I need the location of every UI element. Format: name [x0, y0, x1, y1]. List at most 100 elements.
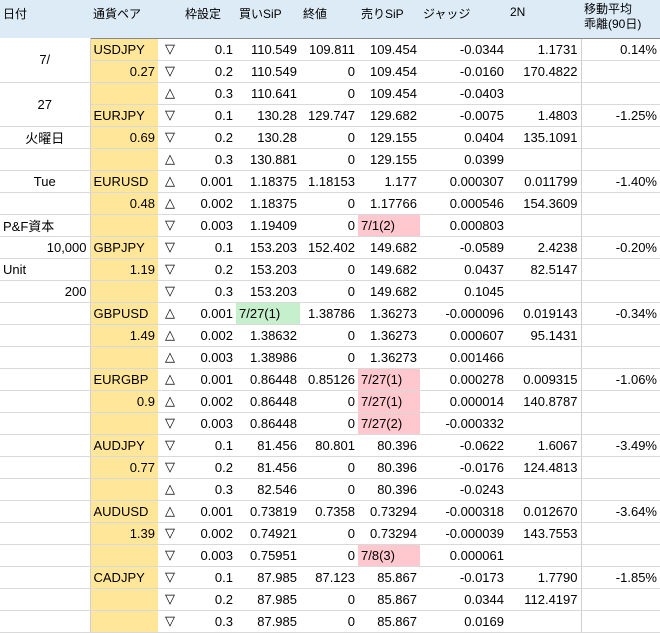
header-sell-sip[interactable]: 売りSiP	[358, 0, 420, 38]
two-n-cell[interactable]: 0.019143	[507, 301, 581, 325]
buy-sip-cell[interactable]: 110.641	[236, 82, 300, 105]
header-frame[interactable]: 枠設定	[182, 0, 236, 38]
judge-cell[interactable]: -0.0403	[420, 82, 507, 105]
trend-symbol[interactable]: △	[158, 390, 182, 413]
ma-deviation-cell[interactable]: 0.14%	[580, 37, 660, 61]
judge-cell[interactable]: 0.001466	[420, 346, 507, 369]
sell-sip-cell[interactable]: 109.454	[358, 82, 420, 105]
trend-symbol[interactable]: ▽	[158, 60, 182, 83]
buy-sip-cell[interactable]: 82.546	[236, 478, 300, 501]
close-cell[interactable]: 0	[300, 522, 358, 545]
header-2n[interactable]: 2N	[507, 0, 581, 38]
blank-cell[interactable]	[580, 280, 660, 303]
buy-sip-cell[interactable]: 0.86448	[236, 390, 300, 413]
close-cell[interactable]: 0.7358	[300, 499, 358, 523]
buy-sip-cell[interactable]: 130.881	[236, 148, 300, 171]
two-n-cell[interactable]: 0.011799	[507, 169, 581, 193]
sell-sip-cell[interactable]: 7/27(2)	[358, 412, 420, 435]
buy-sip-cell[interactable]: 0.73819	[236, 499, 300, 523]
sell-sip-cell[interactable]: 1.36273	[358, 301, 420, 325]
pair-value[interactable]: 1.49	[90, 324, 158, 347]
blank-cell[interactable]	[0, 500, 91, 523]
two-n-cell[interactable]: 154.3609	[507, 192, 581, 215]
trend-symbol[interactable]: △	[158, 192, 182, 215]
frame-setting-cell[interactable]: 0.2	[182, 588, 236, 611]
ma-deviation-cell[interactable]: -1.40%	[580, 169, 660, 193]
blank-cell[interactable]	[580, 346, 660, 369]
two-n-cell[interactable]	[507, 346, 581, 369]
buy-sip-cell[interactable]: 0.86448	[236, 412, 300, 435]
buy-sip-cell[interactable]: 0.86448	[236, 367, 300, 391]
trend-symbol[interactable]: ▽	[158, 433, 182, 457]
judge-cell[interactable]: -0.0075	[420, 103, 507, 127]
pair-value[interactable]: 0.77	[90, 456, 158, 479]
blank-cell[interactable]	[0, 192, 91, 215]
buy-sip-cell[interactable]: 130.28	[236, 126, 300, 149]
two-n-cell[interactable]: 1.7790	[507, 565, 581, 589]
frame-setting-cell[interactable]: 0.3	[182, 478, 236, 501]
blank-cell[interactable]	[580, 148, 660, 171]
pair-name[interactable]: EURJPY	[90, 103, 158, 127]
trend-symbol[interactable]: ▽	[158, 258, 182, 281]
frame-setting-cell[interactable]: 0.001	[182, 499, 236, 523]
blank-cell[interactable]	[0, 390, 91, 413]
sell-sip-cell[interactable]: 109.454	[358, 37, 420, 61]
frame-setting-cell[interactable]: 0.2	[182, 258, 236, 281]
close-cell[interactable]: 129.747	[300, 103, 358, 127]
buy-sip-cell[interactable]: 7/27(1)	[236, 301, 300, 325]
pair-value[interactable]	[90, 588, 158, 611]
header-symbol[interactable]	[158, 0, 182, 38]
pair-blank[interactable]	[90, 214, 158, 237]
buy-sip-cell[interactable]: 110.549	[236, 60, 300, 83]
pair-blank[interactable]	[90, 412, 158, 435]
blank-cell[interactable]	[580, 214, 660, 237]
trend-symbol[interactable]: ▽	[158, 412, 182, 435]
trend-symbol[interactable]: ▽	[158, 544, 182, 567]
close-cell[interactable]: 80.801	[300, 433, 358, 457]
ma-deviation-cell[interactable]: -1.85%	[580, 565, 660, 589]
buy-sip-cell[interactable]: 0.75951	[236, 544, 300, 567]
close-cell[interactable]: 0	[300, 258, 358, 281]
blank-cell[interactable]	[580, 412, 660, 435]
pf-capital-value[interactable]: 10,000	[0, 236, 91, 259]
pair-name[interactable]: EURUSD	[90, 169, 158, 193]
pair-blank[interactable]	[90, 280, 158, 303]
trend-symbol[interactable]: ▽	[158, 103, 182, 127]
trend-symbol[interactable]: △	[158, 478, 182, 501]
pair-name[interactable]: CADJPY	[90, 565, 158, 589]
close-cell[interactable]: 0	[300, 280, 358, 303]
two-n-cell[interactable]: 112.4197	[507, 588, 581, 611]
frame-setting-cell[interactable]: 0.3	[182, 280, 236, 303]
two-n-cell[interactable]	[507, 148, 581, 171]
judge-cell[interactable]: -0.0160	[420, 60, 507, 83]
frame-setting-cell[interactable]: 0.002	[182, 324, 236, 347]
buy-sip-cell[interactable]: 153.203	[236, 235, 300, 259]
blank-cell[interactable]	[0, 588, 91, 611]
two-n-cell[interactable]: 95.1431	[507, 324, 581, 347]
trend-symbol[interactable]: △	[158, 148, 182, 171]
two-n-cell[interactable]: 1.6067	[507, 433, 581, 457]
judge-cell[interactable]: 0.1045	[420, 280, 507, 303]
judge-cell[interactable]: 0.000061	[420, 544, 507, 567]
blank-cell[interactable]	[0, 478, 91, 501]
pair-value[interactable]: 1.19	[90, 258, 158, 281]
two-n-cell[interactable]: 1.4803	[507, 103, 581, 127]
close-cell[interactable]: 87.123	[300, 565, 358, 589]
two-n-cell[interactable]: 124.4813	[507, 456, 581, 479]
pair-value[interactable]: 0.9	[90, 390, 158, 413]
date-day[interactable]: 27	[0, 82, 91, 127]
date-month[interactable]: 7/	[0, 38, 91, 83]
two-n-cell[interactable]: 0.012670	[507, 499, 581, 523]
close-cell[interactable]: 0	[300, 60, 358, 83]
two-n-cell[interactable]: 135.1091	[507, 126, 581, 149]
blank-cell[interactable]	[0, 566, 91, 589]
trend-symbol[interactable]: ▽	[158, 214, 182, 237]
frame-setting-cell[interactable]: 0.002	[182, 192, 236, 215]
close-cell[interactable]: 1.18153	[300, 169, 358, 193]
pair-value[interactable]: 0.48	[90, 192, 158, 215]
buy-sip-cell[interactable]: 87.985	[236, 610, 300, 633]
trend-symbol[interactable]: △	[158, 324, 182, 347]
header-buy-sip[interactable]: 買いSiP	[236, 0, 300, 38]
judge-cell[interactable]: -0.000318	[420, 499, 507, 523]
trend-symbol[interactable]: △	[158, 367, 182, 391]
